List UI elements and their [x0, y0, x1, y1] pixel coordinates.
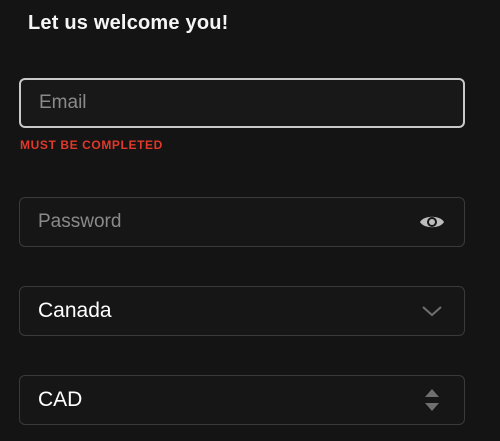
currency-select[interactable]: CAD — [19, 375, 465, 425]
country-selected-value: Canada — [38, 299, 112, 322]
currency-selected-value: CAD — [38, 388, 83, 411]
eye-icon[interactable] — [418, 208, 446, 236]
email-field-container[interactable] — [19, 78, 465, 128]
country-select[interactable]: Canada — [19, 286, 465, 336]
sort-arrows-icon — [418, 386, 446, 414]
form-title: Let us welcome you! — [28, 12, 229, 34]
email-field[interactable] — [39, 80, 445, 126]
chevron-down-icon — [418, 297, 446, 325]
email-error-message: MUST BE COMPLETED — [20, 138, 163, 152]
password-field[interactable] — [38, 198, 418, 246]
password-field-container[interactable] — [19, 197, 465, 247]
signup-form: Let us welcome you! MUST BE COMPLETED Ca… — [0, 0, 500, 441]
